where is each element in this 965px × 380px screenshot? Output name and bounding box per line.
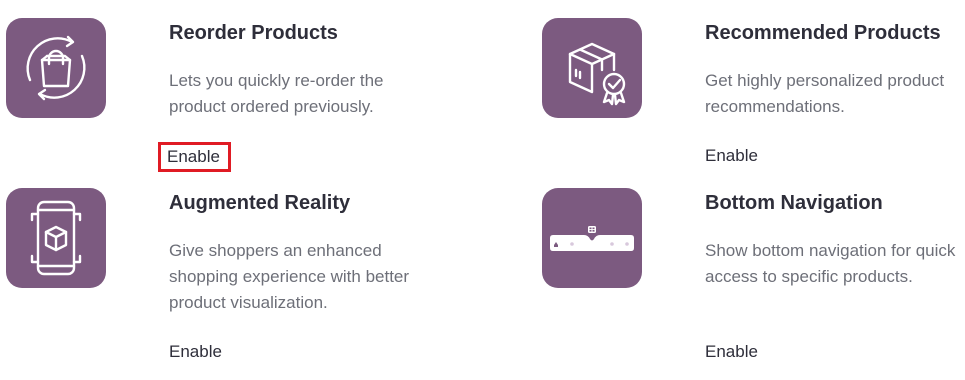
enable-bottom-navigation-link[interactable]: Enable	[705, 342, 758, 362]
feature-card-recommended-products: Recommended Products Get highly personal…	[542, 18, 965, 198]
ar-cube-icon	[6, 188, 106, 288]
feature-description: Show bottom navigation for quick access …	[705, 241, 956, 286]
enable-augmented-reality-link[interactable]: Enable	[169, 342, 222, 362]
feature-title: Reorder Products	[169, 22, 338, 44]
feature-description: Give shoppers an enhanced shopping exper…	[169, 241, 410, 312]
reorder-bag-icon	[6, 18, 106, 118]
enable-reorder-products-link[interactable]: Enable	[158, 142, 231, 172]
feature-title: Recommended Products	[705, 22, 941, 44]
feature-description: Get highly personalized product recommen…	[705, 71, 945, 116]
feature-card-bottom-navigation: Bottom Navigation Show bottom navigation…	[542, 188, 965, 368]
bottom-nav-bar-icon	[542, 188, 642, 288]
feature-title: Augmented Reality	[169, 192, 351, 214]
feature-card-augmented-reality: Augmented Reality Give shoppers an enhan…	[6, 188, 466, 368]
feature-title: Bottom Navigation	[705, 192, 883, 214]
feature-card-reorder-products: Reorder Products Lets you quickly re-ord…	[6, 18, 466, 198]
feature-description: Lets you quickly re-order the product or…	[169, 71, 384, 116]
enable-recommended-products-link[interactable]: Enable	[705, 146, 758, 166]
box-badge-icon	[542, 18, 642, 118]
